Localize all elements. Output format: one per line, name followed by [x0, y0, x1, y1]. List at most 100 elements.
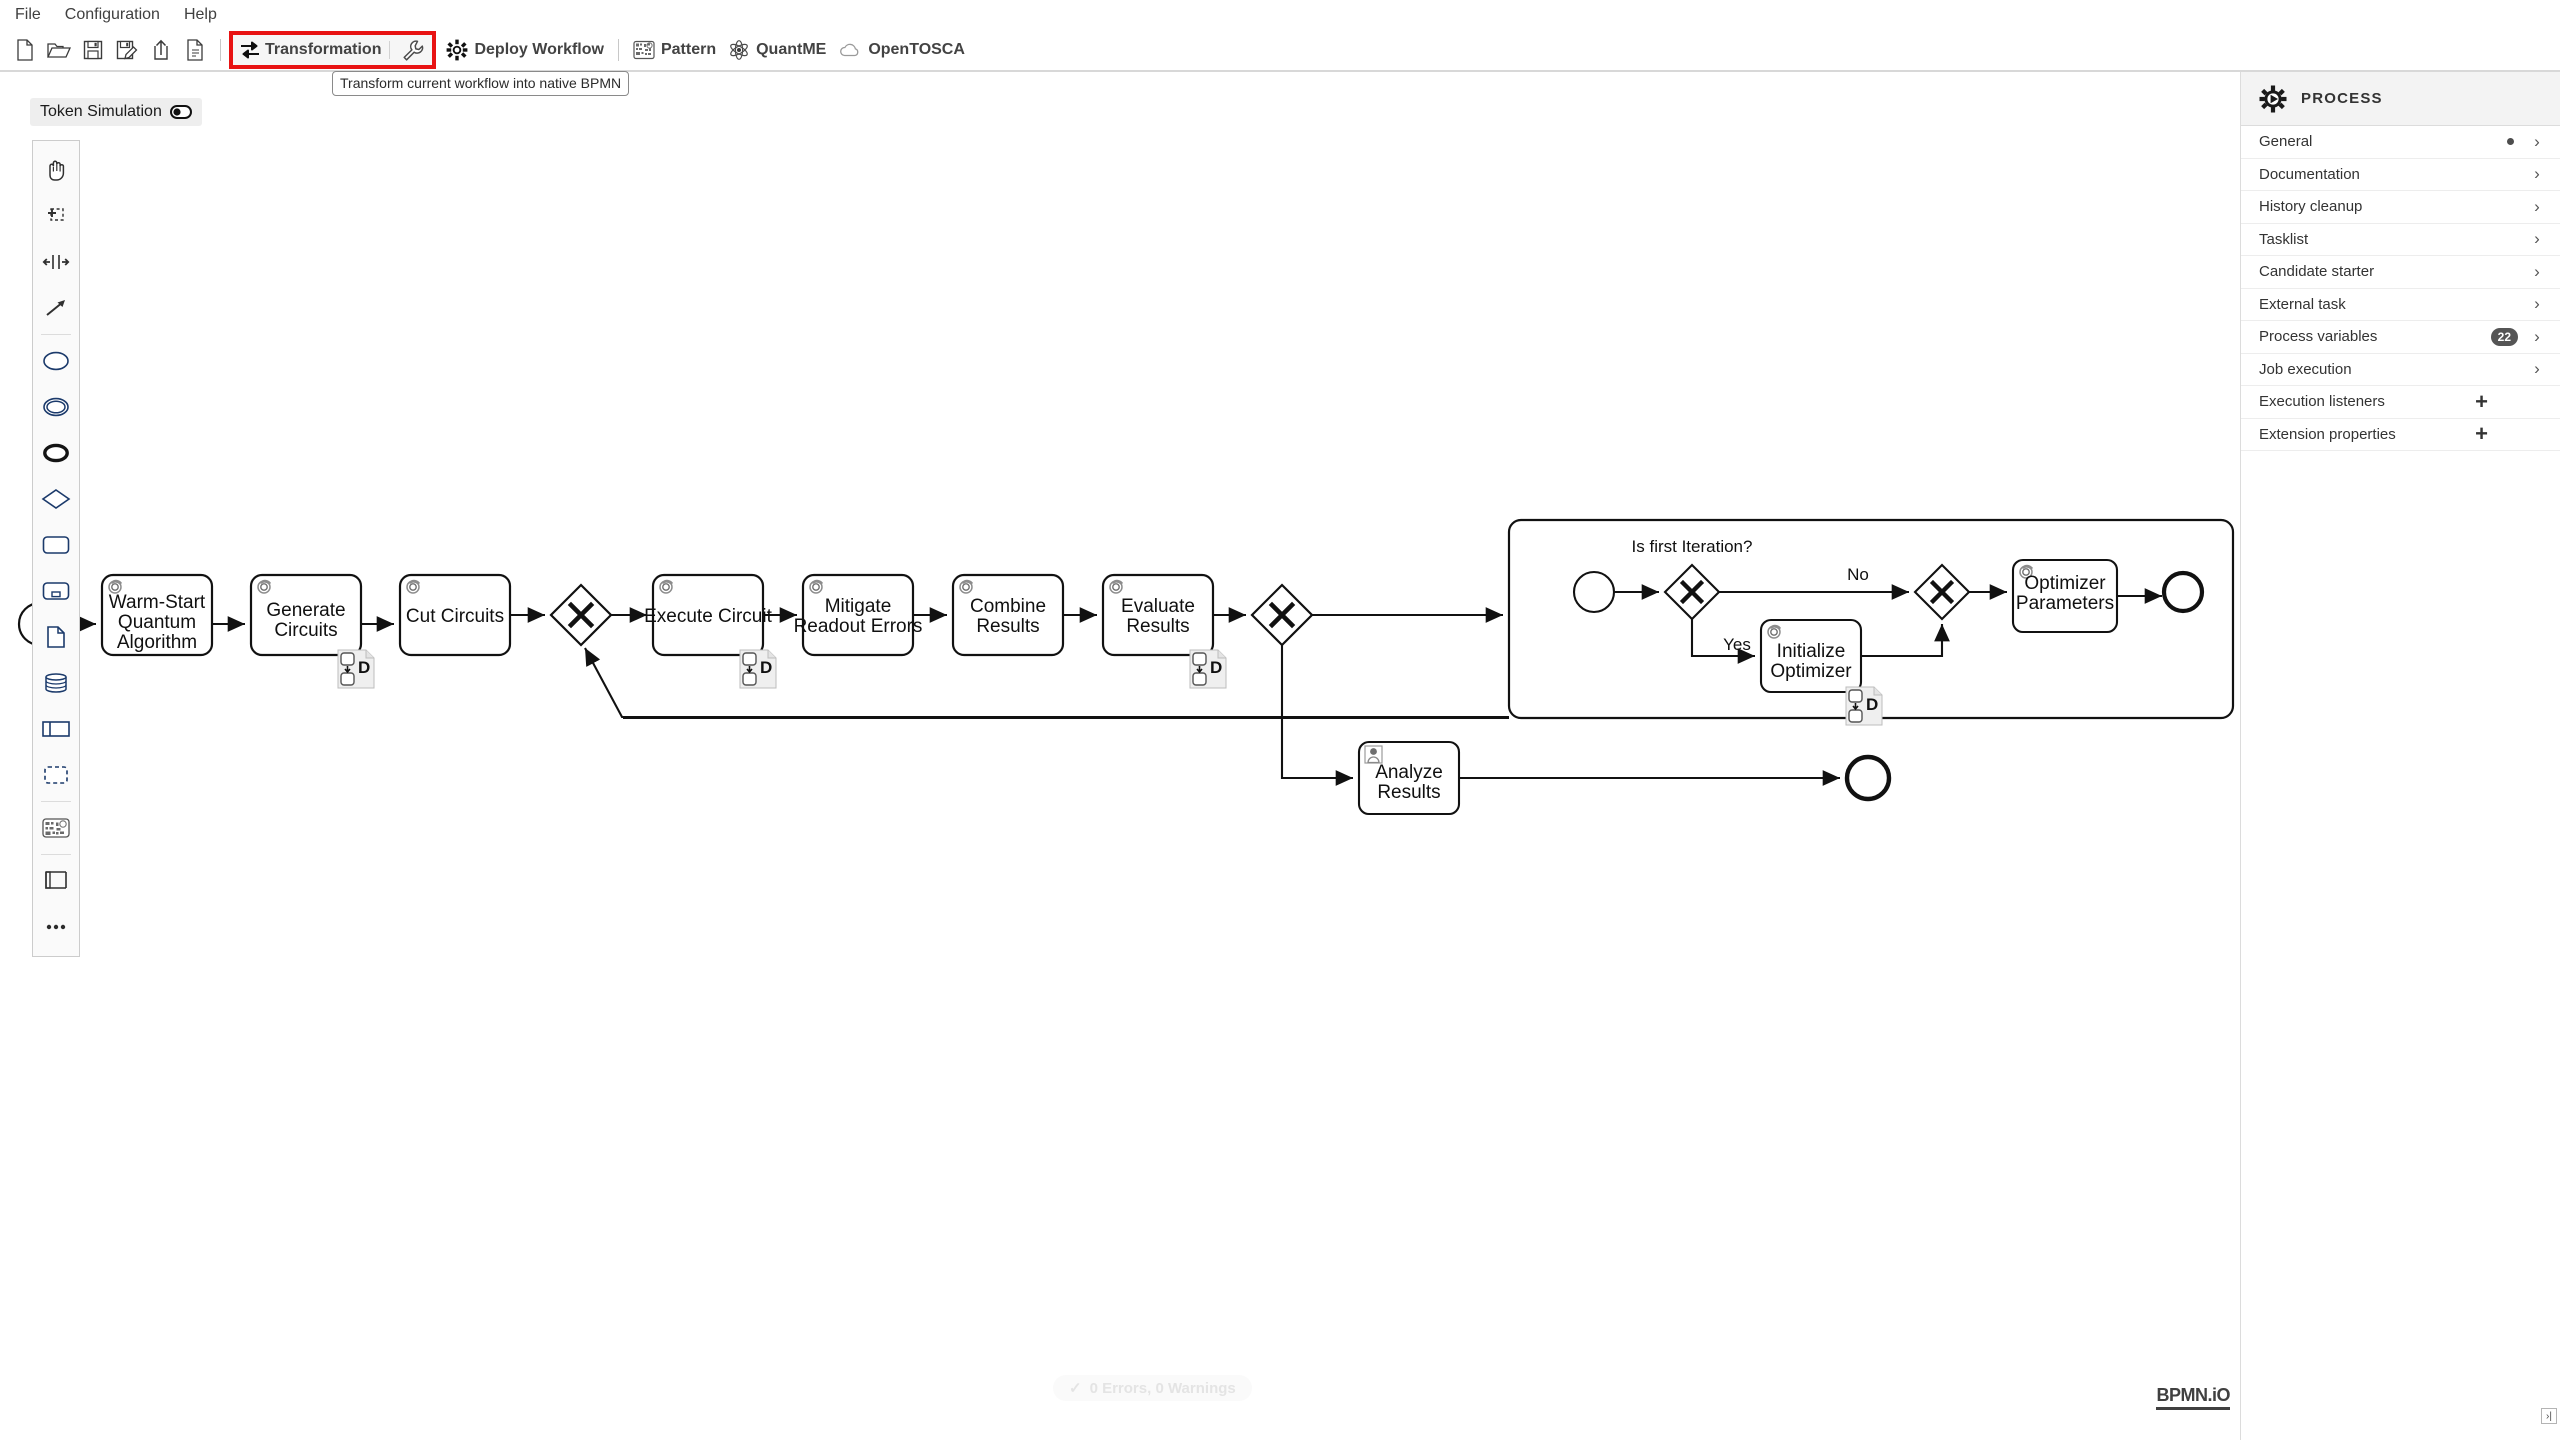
start-event-icon[interactable]: [33, 338, 79, 384]
bpmn-diagram[interactable]: Warm-Start Quantum Algorithm Generate Ci…: [0, 72, 2240, 1440]
task-icon[interactable]: [33, 522, 79, 568]
bpmn-palette[interactable]: [32, 140, 80, 957]
bpmnio-logo[interactable]: BPMN.iO: [2156, 1385, 2230, 1410]
prop-label: Execution listeners: [2259, 393, 2385, 411]
subprocess-end-event[interactable]: [2161, 570, 2205, 614]
prop-row-execution-listeners[interactable]: Execution listeners +: [2241, 386, 2560, 419]
svg-text:Mitigate: Mitigate: [825, 596, 892, 617]
task-generate-circuits[interactable]: Generate Circuits: [249, 573, 363, 657]
svg-text:D: D: [760, 658, 772, 677]
lasso-tool-icon[interactable]: [33, 193, 79, 239]
prop-row-general[interactable]: General ›: [2241, 126, 2560, 159]
menu-item-help[interactable]: Help: [181, 4, 220, 26]
new-file-icon[interactable]: [8, 33, 42, 67]
intermediate-event-icon[interactable]: [33, 384, 79, 430]
upload-icon[interactable]: [144, 33, 178, 67]
deploy-workflow-label: Deploy Workflow: [474, 41, 604, 58]
chevron-right-icon: ›: [2534, 261, 2540, 281]
toolbar-divider-2: [617, 39, 619, 61]
bpmn-canvas[interactable]: Warm-Start Quantum Algorithm Generate Ci…: [0, 72, 2240, 1440]
pattern-button[interactable]: Pattern: [627, 33, 722, 67]
collapse-panel-icon[interactable]: ›|: [2541, 1408, 2557, 1424]
prop-row-candidate-starter[interactable]: Candidate starter ›: [2241, 256, 2560, 289]
task-warm-start-quantum-algorithm[interactable]: Warm-Start Quantum Algorithm: [100, 573, 214, 657]
opentosca-button[interactable]: OpenTOSCA: [832, 33, 971, 67]
transformation-inner-divider: [389, 41, 391, 59]
process-variables-count-badge: 22: [2490, 327, 2518, 346]
exclusive-gateway-2[interactable]: [1250, 583, 1314, 647]
task-cut-circuits[interactable]: Cut Circuits: [398, 573, 512, 657]
toggle-off-icon[interactable]: [169, 105, 192, 119]
gateway-icon[interactable]: [33, 476, 79, 522]
more-options-icon[interactable]: [33, 904, 79, 950]
properties-panel[interactable]: PROCESS General › Documentation › Histor…: [2240, 72, 2560, 1440]
prop-label: External task: [2259, 295, 2346, 313]
svg-text:Optimizer: Optimizer: [1770, 661, 1852, 682]
prop-row-external-task[interactable]: External task ›: [2241, 289, 2560, 321]
group-icon[interactable]: [33, 752, 79, 798]
task-execute-circuit[interactable]: Execute Circuit: [644, 573, 773, 657]
data-badge[interactable]: D: [337, 649, 375, 689]
connect-tool-icon[interactable]: [33, 285, 79, 331]
data-object-icon[interactable]: [33, 614, 79, 660]
pattern-palette-icon[interactable]: [33, 805, 79, 851]
prop-row-documentation[interactable]: Documentation ›: [2241, 159, 2560, 191]
subprocess-start-event[interactable]: [1572, 570, 1616, 614]
quantme-label: QuantME: [756, 41, 827, 58]
save-icon[interactable]: [76, 33, 110, 67]
participant-icon[interactable]: [33, 706, 79, 752]
task-analyze-results[interactable]: Analyze Results: [1357, 740, 1461, 816]
svg-text:D: D: [358, 658, 370, 677]
prop-row-history-cleanup[interactable]: History cleanup ›: [2241, 191, 2560, 224]
exclusive-gateway-1[interactable]: [549, 583, 613, 647]
wrench-icon[interactable]: [398, 39, 428, 61]
prop-row-extension-properties[interactable]: Extension properties +: [2241, 419, 2560, 451]
chevron-right-icon: ›: [2534, 359, 2540, 379]
pattern-label: Pattern: [660, 41, 717, 58]
open-folder-icon[interactable]: [42, 33, 76, 67]
task-initialize-optimizer[interactable]: Initialize Optimizer: [1759, 618, 1863, 694]
add-execution-listener-icon[interactable]: +: [2475, 390, 2488, 412]
prop-label: Job execution: [2259, 360, 2352, 378]
quantme-button[interactable]: QuantME: [722, 33, 832, 67]
hand-tool-icon[interactable]: [33, 147, 79, 193]
prop-label: Documentation: [2259, 165, 2360, 183]
transformation-tooltip: Transform current workflow into native B…: [332, 71, 630, 96]
add-extension-property-icon[interactable]: +: [2475, 423, 2488, 445]
token-simulation-toggle[interactable]: Token Simulation: [30, 98, 202, 126]
chevron-right-icon: ›: [2534, 294, 2540, 314]
data-badge[interactable]: D: [739, 649, 777, 689]
chevron-right-icon: ›: [2534, 164, 2540, 184]
create-pool-icon[interactable]: [33, 858, 79, 904]
prop-row-tasklist[interactable]: Tasklist ›: [2241, 224, 2560, 256]
svg-text:Quantum: Quantum: [118, 612, 196, 633]
data-badge[interactable]: D: [1189, 649, 1227, 689]
palette-divider-1: [41, 334, 71, 335]
gear-icon: [446, 39, 468, 61]
task-optimizer-parameters[interactable]: Optimizer Parameters: [2011, 558, 2119, 634]
save-as-icon[interactable]: [110, 33, 144, 67]
validation-status-badge[interactable]: ✓ 0 Errors, 0 Warnings: [1053, 1375, 1252, 1401]
space-tool-icon[interactable]: [33, 239, 79, 285]
menu-item-file[interactable]: File: [12, 4, 44, 26]
menu-item-configuration[interactable]: Configuration: [62, 4, 163, 26]
deploy-workflow-button[interactable]: Deploy Workflow: [440, 33, 610, 67]
end-event-icon[interactable]: [33, 430, 79, 476]
svg-text:Generate: Generate: [266, 600, 345, 621]
opentosca-label: OpenTOSCA: [868, 41, 965, 58]
prop-row-process-variables[interactable]: Process variables 22 ›: [2241, 321, 2560, 354]
task-evaluate-results[interactable]: Evaluate Results: [1101, 573, 1215, 657]
svg-text:D: D: [1210, 658, 1222, 677]
svg-text:Execute Circuit: Execute Circuit: [644, 606, 772, 627]
prop-row-job-execution[interactable]: Job execution ›: [2241, 354, 2560, 386]
svg-text:Algorithm: Algorithm: [117, 632, 197, 653]
task-mitigate-readout-errors[interactable]: Mitigate Readout Errors: [794, 573, 923, 657]
task-combine-results[interactable]: Combine Results: [951, 573, 1065, 657]
data-badge[interactable]: D: [1845, 686, 1883, 726]
transformation-button[interactable]: Transformation: [229, 31, 437, 69]
menu-bar: File Configuration Help: [0, 0, 2560, 30]
end-event[interactable]: [1844, 754, 1892, 802]
data-store-icon[interactable]: [33, 660, 79, 706]
new-diagram-icon[interactable]: [178, 33, 212, 67]
subprocess-icon[interactable]: [33, 568, 79, 614]
